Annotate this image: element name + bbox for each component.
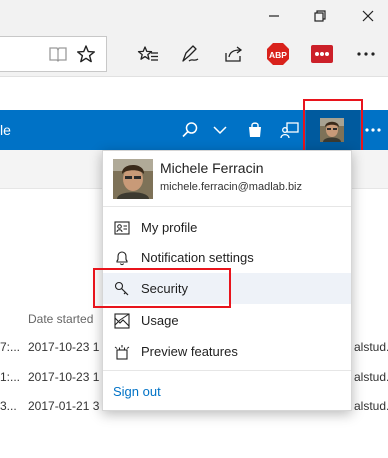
menu-item-label: Notification settings xyxy=(141,250,254,265)
account-highlight-box xyxy=(303,99,363,155)
account-avatar xyxy=(113,159,153,199)
security-highlight-box xyxy=(93,268,231,308)
menu-item-my-profile[interactable]: My profile xyxy=(103,212,351,243)
minimize-button[interactable] xyxy=(262,4,286,28)
table-cell: 1:... xyxy=(0,370,21,384)
share-button[interactable] xyxy=(220,40,248,68)
search-scope-dropdown[interactable] xyxy=(205,115,235,145)
menu-item-preview-features[interactable]: Preview features xyxy=(103,336,351,367)
favorite-button[interactable] xyxy=(72,40,100,68)
lastpass-button[interactable] xyxy=(308,40,336,68)
column-header-date-started: Date started xyxy=(28,312,94,326)
adblock-plus-icon: ABP xyxy=(267,43,289,65)
more-icon xyxy=(357,52,375,56)
search-button[interactable] xyxy=(175,115,205,145)
bell-icon xyxy=(113,249,131,267)
menu-divider xyxy=(103,370,351,371)
lastpass-icon xyxy=(311,45,333,63)
sign-out-link[interactable]: Sign out xyxy=(113,384,161,399)
star-icon xyxy=(77,45,95,63)
feedback-button[interactable] xyxy=(275,115,305,145)
menu-item-label: My profile xyxy=(141,220,198,235)
account-email: michele.ferracin@madlab.biz xyxy=(160,181,303,193)
svg-text:ABP: ABP xyxy=(269,50,287,60)
share-icon xyxy=(225,46,243,62)
app-title: le xyxy=(0,122,11,138)
more-browser-button[interactable] xyxy=(352,40,380,68)
shopping-bag-icon xyxy=(249,122,261,137)
adblock-plus-button[interactable]: ABP xyxy=(264,40,292,68)
reading-view-button[interactable] xyxy=(44,40,72,68)
close-icon xyxy=(362,10,374,22)
marketplace-button[interactable] xyxy=(240,115,270,145)
profile-card-icon xyxy=(113,219,131,237)
chevron-down-icon xyxy=(213,126,227,135)
favorites-hub-button[interactable] xyxy=(134,40,162,68)
table-cell: alstud... xyxy=(354,340,388,354)
minimize-icon xyxy=(269,15,279,17)
table-cell: 2017-01-21 3 xyxy=(28,399,100,413)
book-icon xyxy=(49,47,67,62)
table-cell: 2017-10-23 1 xyxy=(28,340,100,354)
web-note-button[interactable] xyxy=(176,40,204,68)
usage-icon xyxy=(113,312,131,330)
restore-icon xyxy=(314,10,326,22)
more-icon xyxy=(365,128,381,132)
search-icon xyxy=(182,122,198,138)
table-cell: 7:... xyxy=(0,340,21,354)
table-cell: 2017-10-23 1 xyxy=(28,370,100,384)
feedback-icon xyxy=(280,122,299,139)
user-photo xyxy=(113,159,153,199)
table-cell: alstud... xyxy=(354,370,388,384)
favorites-hub-icon xyxy=(137,46,158,61)
menu-item-usage[interactable]: Usage xyxy=(103,305,351,336)
menu-item-label: Preview features xyxy=(141,344,238,359)
menu-divider xyxy=(103,206,351,207)
table-cell: 3... xyxy=(0,399,17,413)
restore-button[interactable] xyxy=(308,4,332,28)
preview-features-icon xyxy=(113,343,131,361)
table-cell: alstud... xyxy=(354,399,388,413)
account-name: Michele Ferracin xyxy=(160,160,264,176)
pen-icon xyxy=(182,45,199,62)
menu-item-label: Usage xyxy=(141,313,179,328)
close-window-button[interactable] xyxy=(356,4,380,28)
